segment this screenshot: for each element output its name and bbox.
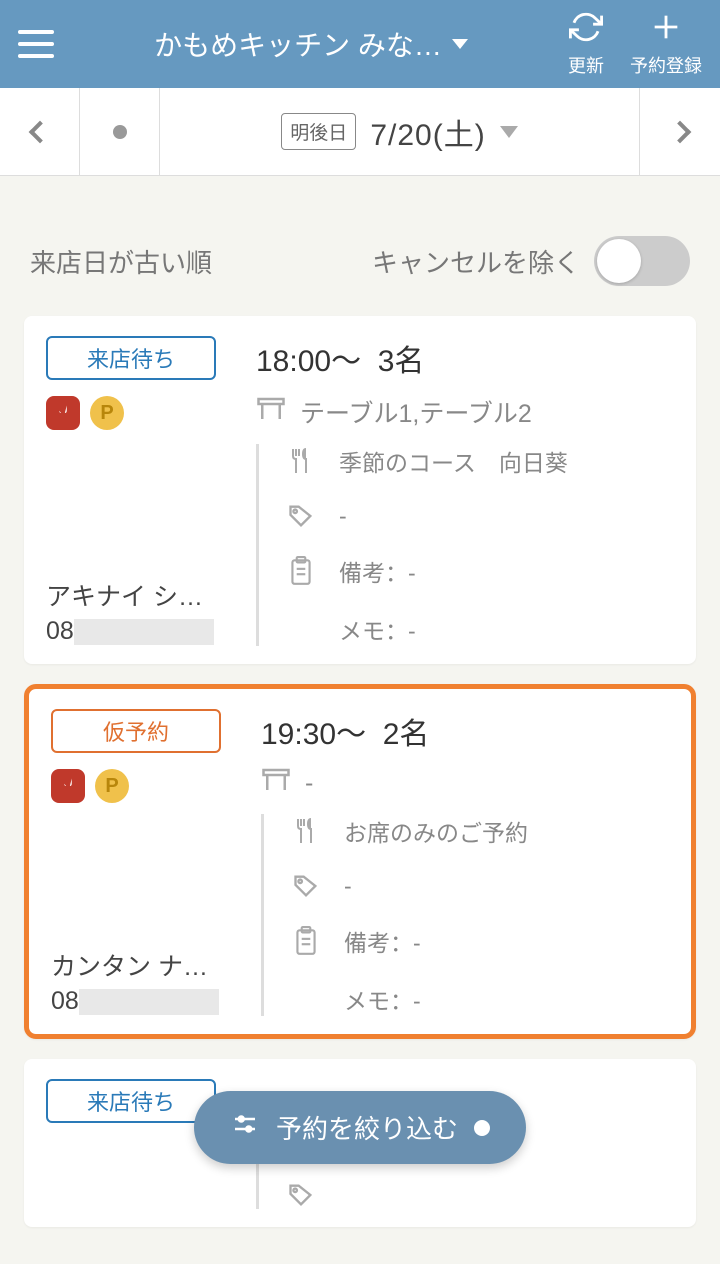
indicator-dot-icon — [474, 1120, 490, 1136]
chevron-left-icon — [28, 120, 51, 143]
tag-icon — [287, 1181, 315, 1209]
reservation-card[interactable]: 仮予約 P カンタン ナ… 08 19:30～ 2名 - お席のみのご予約 - … — [24, 684, 696, 1039]
clipboard-icon — [292, 926, 320, 956]
menu-icon[interactable] — [18, 30, 54, 58]
chevron-down-icon — [452, 39, 468, 49]
date-picker[interactable]: 明後日 7/20(土) — [160, 88, 640, 175]
date-text: 7/20(土) — [370, 110, 485, 154]
filter-row: 来店日が古い順 キャンセルを除く — [0, 176, 720, 316]
source-badge-p: P — [95, 769, 129, 803]
prev-day-button[interactable] — [0, 88, 80, 175]
table-row: - — [261, 767, 669, 800]
store-selector[interactable]: かもめキッチン みな… — [54, 24, 568, 64]
register-label: 予約登録 — [630, 52, 702, 78]
cutlery-icon — [292, 817, 320, 845]
customer-phone: 08 — [46, 617, 236, 646]
sort-label[interactable]: 来店日が古い順 — [30, 243, 212, 280]
course-row: 季節のコース 向日葵 — [287, 444, 674, 478]
source-badge-p: P — [90, 396, 124, 430]
tag-row — [287, 1181, 674, 1209]
exclude-cancel-label: キャンセルを除く — [372, 243, 580, 280]
source-badge-h — [46, 396, 80, 430]
reservation-card[interactable]: 来店待ち P アキナイ シ… 08 18:00～ 3名 テーブル1,テーブル2 … — [24, 316, 696, 664]
time-party: 18:00～ 3名 — [256, 336, 674, 380]
chevron-right-icon — [669, 120, 692, 143]
date-navigation: 明後日 7/20(土) — [0, 88, 720, 176]
note-row: 備考：- — [287, 554, 674, 588]
plus-icon — [649, 10, 683, 49]
source-badge-h — [51, 769, 85, 803]
filter-fab[interactable]: 予約を絞り込む — [194, 1091, 526, 1164]
exclude-cancel-toggle[interactable] — [594, 236, 690, 286]
today-button[interactable] — [80, 88, 160, 175]
memo-row: メモ：- — [292, 982, 669, 1016]
tag-row: - — [287, 502, 674, 530]
table-row: テーブル1,テーブル2 — [256, 394, 674, 430]
tag-icon — [287, 502, 315, 530]
add-reservation-button[interactable]: 予約登録 — [630, 10, 702, 78]
table-icon — [261, 767, 291, 800]
refresh-button[interactable]: 更新 — [568, 10, 604, 78]
app-header: かもめキッチン みな… 更新 予約登録 — [0, 0, 720, 88]
dot-icon — [113, 125, 127, 139]
memo-row: メモ：- — [287, 612, 674, 646]
table-icon — [256, 396, 286, 429]
tag-icon — [292, 872, 320, 900]
customer-phone: 08 — [51, 987, 241, 1016]
chevron-down-icon — [500, 126, 518, 138]
next-day-button[interactable] — [640, 88, 720, 175]
customer-name: カンタン ナ… — [51, 947, 241, 983]
clipboard-icon — [287, 556, 315, 586]
date-relative-badge: 明後日 — [281, 113, 356, 150]
status-badge: 来店待ち — [46, 1079, 216, 1123]
refresh-icon — [569, 10, 603, 49]
tag-row: - — [292, 872, 669, 900]
customer-name: アキナイ シ… — [46, 577, 236, 613]
status-badge: 仮予約 — [51, 709, 221, 753]
refresh-label: 更新 — [568, 52, 604, 78]
app-title: かもめキッチン みな… — [154, 24, 442, 64]
time-party: 19:30～ 2名 — [261, 709, 669, 753]
cutlery-icon — [287, 447, 315, 475]
status-badge: 来店待ち — [46, 336, 216, 380]
toggle-knob — [597, 239, 641, 283]
note-row: 備考：- — [292, 924, 669, 958]
sliders-icon — [230, 1109, 260, 1146]
course-row: お席のみのご予約 — [292, 814, 669, 848]
fab-label: 予約を絞り込む — [276, 1109, 458, 1146]
